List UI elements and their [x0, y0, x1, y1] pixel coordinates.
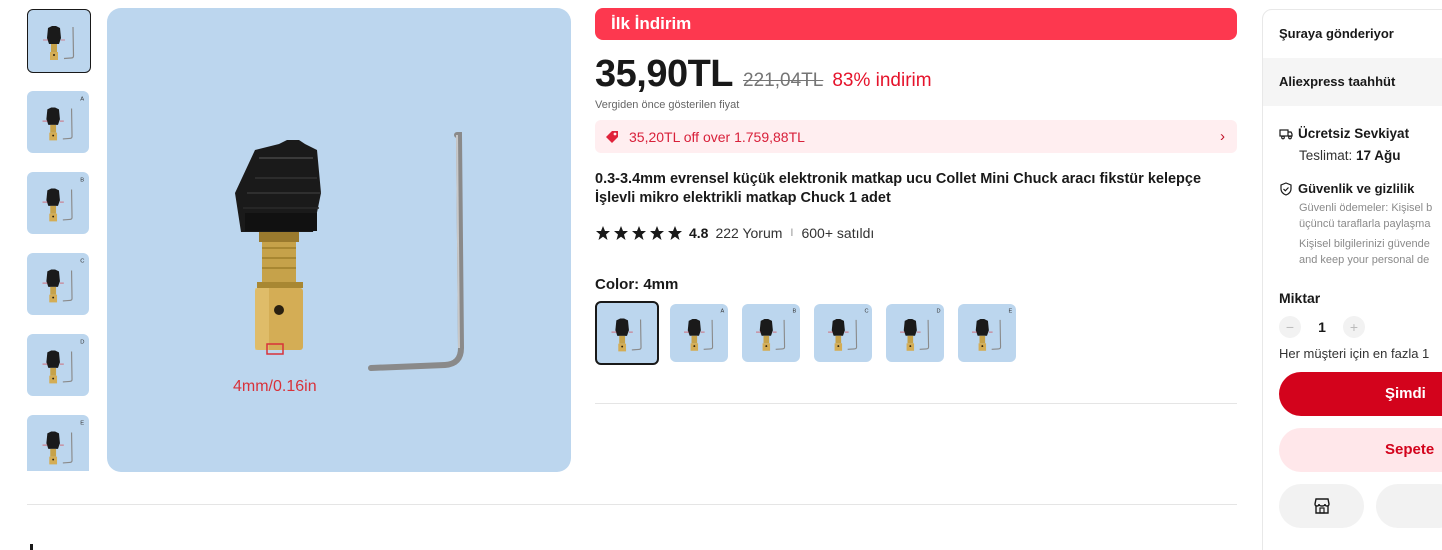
reviews-link[interactable]: 222 Yorum: [715, 225, 782, 241]
star-icon: [668, 226, 682, 240]
variant-swatches: A B C D E: [595, 301, 1237, 365]
variant-swatch[interactable]: A: [670, 304, 728, 362]
variant-swatch[interactable]: [595, 301, 659, 365]
increase-button[interactable]: +: [1343, 316, 1365, 338]
shield-icon: [1280, 181, 1292, 196]
buy-now-button[interactable]: Şimdi: [1279, 372, 1442, 416]
original-price: 221,04TL: [743, 70, 824, 91]
product-thumbnail-image: E: [42, 421, 84, 465]
product-thumbnail-image: [611, 318, 642, 352]
variant-swatch[interactable]: B: [742, 304, 800, 362]
security-text: Kişisel bilgilerinizi güvende: [1299, 238, 1430, 250]
svg-text:E: E: [1009, 308, 1013, 314]
quantity-label: Miktar: [1279, 290, 1321, 306]
promo-banner: İlk İndirim: [595, 8, 1237, 40]
quantity-stepper: − 1 +: [1263, 316, 1442, 338]
product-thumbnail[interactable]: B: [27, 172, 89, 234]
quantity-value[interactable]: 1: [1301, 319, 1343, 335]
rating-row: 4.8 222 Yorum I 600+ satıldı: [595, 225, 1237, 241]
separator: I: [790, 227, 794, 239]
delivery-date: 17 Ağu: [1356, 148, 1401, 163]
chevron-right-icon: ›: [1220, 128, 1225, 145]
current-price: 35,90TL: [595, 53, 734, 95]
product-info: İlk İndirim 35,90TL 221,04TL 83% indirim…: [595, 8, 1237, 365]
rating-value: 4.8: [689, 225, 709, 241]
variant-swatch[interactable]: E: [958, 304, 1016, 362]
star-icon: [596, 226, 610, 240]
svg-text:D: D: [937, 308, 941, 314]
product-thumbnail[interactable]: A: [27, 91, 89, 153]
star-icon: [650, 226, 664, 240]
product-thumbnail[interactable]: D: [27, 334, 89, 396]
commitment-header: Aliexpress taahhüt: [1263, 58, 1442, 106]
quantity-limit: Her müşteri için en fazla 1: [1279, 346, 1430, 361]
product-thumbnail-image: A: [684, 308, 725, 351]
decrease-button[interactable]: −: [1279, 316, 1301, 338]
product-title: 0.3-3.4mm evrensel küçük elektronik matk…: [595, 171, 1202, 206]
product-thumbnail-image: A: [42, 97, 84, 141]
store-button[interactable]: [1279, 484, 1364, 528]
svg-text:E: E: [80, 421, 84, 427]
product-thumbnail-image: C: [828, 308, 869, 351]
action-icons: [1279, 484, 1442, 528]
coupon-bar[interactable]: 35,20TL off over 1.759,88TL ›: [595, 120, 1237, 153]
security-title: Güvenlik ve gizlilik: [1298, 181, 1415, 196]
coupon-text: 35,20TL off over 1.759,88TL: [629, 128, 805, 145]
price-row: 35,90TL 221,04TL 83% indirim: [595, 53, 1237, 96]
svg-text:B: B: [80, 178, 84, 184]
store-icon: [1313, 498, 1330, 514]
share-button[interactable]: [1376, 484, 1442, 528]
price-note: Vergiden önce gösterilen fiyat: [595, 99, 740, 111]
free-shipping-label: Ücretsiz Sevkiyat: [1298, 126, 1410, 141]
truck-icon: [1279, 128, 1293, 139]
variant-label: Color: 4mm: [595, 276, 679, 293]
cut-off-text: [30, 544, 33, 550]
divider: [27, 504, 1237, 505]
delivery-info: Teslimat: 17 Ağu: [1279, 148, 1442, 163]
size-caption: 4mm/0.16in: [233, 378, 317, 395]
svg-text:A: A: [80, 97, 84, 103]
purchase-panel: Şuraya gönderiyor Aliexpress taahhüt Ücr…: [1262, 9, 1442, 550]
product-thumbnail-image: B: [756, 308, 797, 351]
product-thumbnail-image: E: [972, 308, 1013, 351]
tag-icon: [606, 130, 618, 143]
svg-text:C: C: [865, 308, 869, 314]
svg-text:A: A: [721, 308, 725, 314]
ship-to-label[interactable]: Şuraya gönderiyor: [1263, 10, 1442, 58]
product-thumbnail-image: B: [42, 178, 84, 222]
sold-count: 600+ satıldı: [801, 225, 875, 241]
svg-text:B: B: [793, 308, 797, 314]
divider: [595, 403, 1237, 404]
product-thumbnail-image: C: [42, 259, 84, 303]
security-text: and keep your personal de: [1299, 254, 1430, 266]
product-page: A B C D E 4mm/0.16in İlk İndirim 35,90TL 221…: [0, 0, 1442, 550]
product-thumbnail-image: D: [42, 340, 84, 384]
discount-badge: 83% indirim: [832, 70, 932, 91]
free-shipping: Ücretsiz Sevkiyat: [1279, 126, 1442, 141]
star-icon: [632, 226, 646, 240]
product-thumbnail-image: [43, 26, 75, 60]
thumbnail-list: A B C D E: [27, 9, 91, 471]
star-icon: [614, 226, 628, 240]
add-to-cart-button[interactable]: Sepete: [1279, 428, 1442, 472]
delivery-prefix: Teslimat:: [1299, 148, 1353, 163]
svg-text:C: C: [80, 259, 84, 265]
security-privacy: Güvenlik ve gizlilik: [1279, 181, 1442, 196]
svg-text:D: D: [80, 340, 84, 346]
drill-chuck-illustration: [235, 132, 465, 371]
product-thumbnail[interactable]: [27, 9, 91, 73]
product-thumbnail-image: D: [900, 308, 941, 351]
main-product-image[interactable]: 4mm/0.16in: [107, 8, 571, 472]
variant-swatch[interactable]: D: [886, 304, 944, 362]
security-text: üçüncü taraflarla paylaşma: [1299, 218, 1431, 230]
variant-swatch[interactable]: C: [814, 304, 872, 362]
star-rating: [595, 225, 683, 241]
product-thumbnail[interactable]: C: [27, 253, 89, 315]
security-text: Güvenli ödemeler: Kişisel b: [1299, 202, 1433, 214]
product-thumbnail[interactable]: E: [27, 415, 89, 471]
